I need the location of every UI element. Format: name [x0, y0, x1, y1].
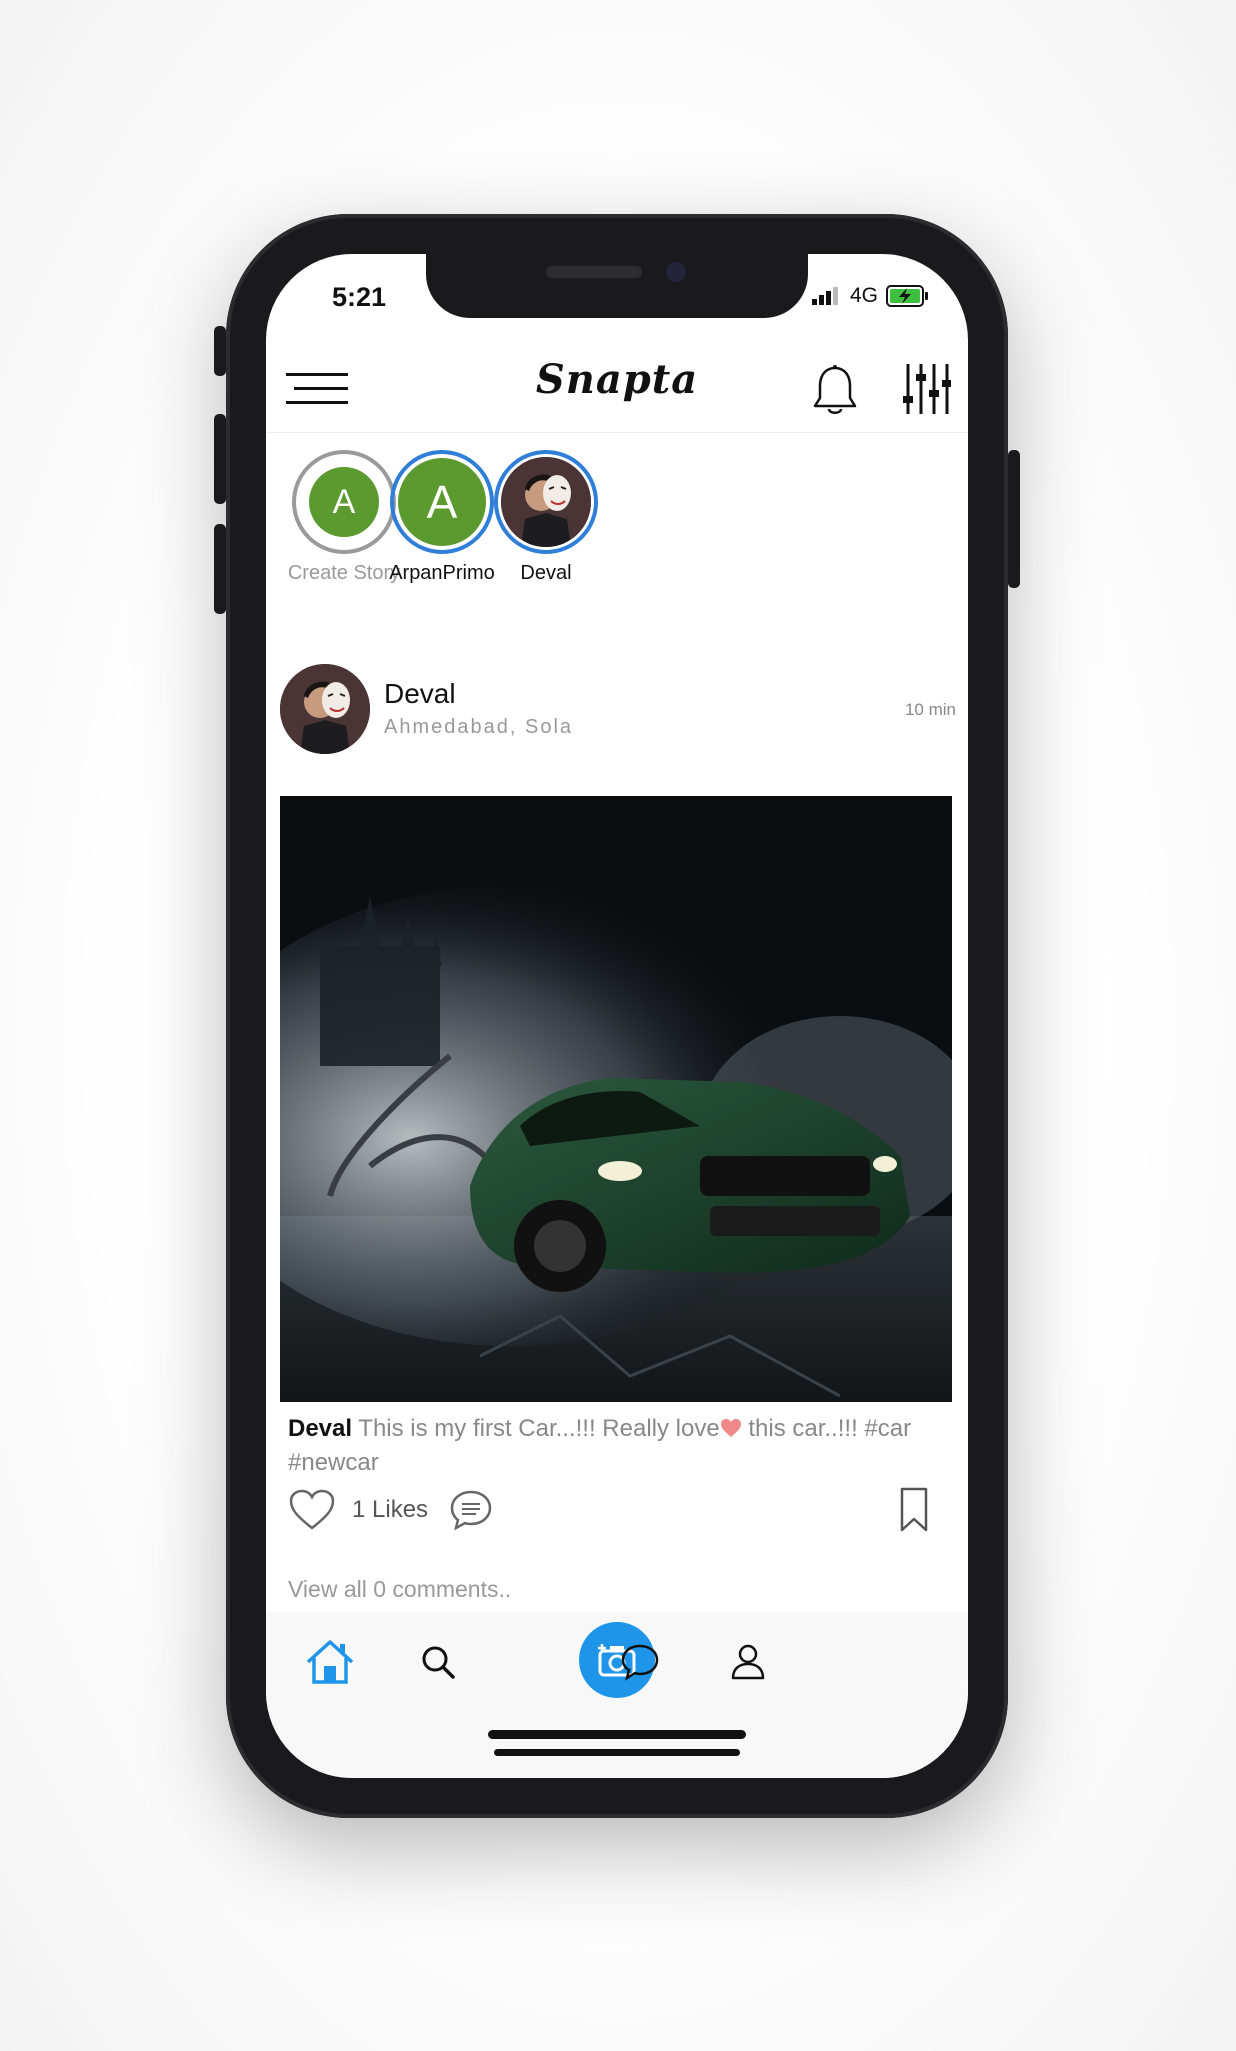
story-ring — [494, 450, 598, 554]
status-indicators: 4G — [811, 284, 930, 308]
bottom-tab-bar — [266, 1612, 968, 1778]
background: 5:21 4G Snapta A Create Story A ArpanPri… — [0, 0, 1236, 2051]
story-label: Deval — [520, 562, 572, 584]
tab-profile[interactable] — [716, 1630, 780, 1694]
network-type: 4G — [849, 284, 878, 307]
post-caption: Deval This is my first Car...!!! Really … — [288, 1412, 948, 1480]
home-indicator — [488, 1730, 746, 1739]
phone-screen: 5:21 4G Snapta A Create Story A ArpanPri… — [266, 254, 968, 1778]
mute-switch — [214, 326, 226, 376]
post-actions: 1 Likes — [288, 1486, 948, 1538]
power-button — [1008, 450, 1020, 588]
phone-frame: 5:21 4G Snapta A Create Story A ArpanPri… — [214, 214, 1020, 1818]
story-ring: A — [390, 450, 494, 554]
home-icon — [306, 1640, 354, 1684]
post-header: Deval Ahmedabad, Sola 10 min — [280, 664, 960, 764]
story-ring: A — [292, 450, 396, 554]
app-header: Snapta — [266, 342, 968, 433]
post-image[interactable] — [280, 796, 952, 1402]
car-photo — [280, 796, 952, 1402]
front-camera — [666, 262, 686, 282]
masked-man-avatar-icon — [280, 664, 370, 754]
notification-bell-icon[interactable] — [811, 364, 859, 418]
likes-count[interactable]: 1 Likes — [352, 1496, 428, 1524]
post-avatar[interactable] — [280, 664, 370, 754]
bookmark-icon[interactable] — [896, 1486, 932, 1534]
tab-search[interactable] — [406, 1630, 470, 1694]
notch — [426, 254, 808, 318]
story-arpanprimo[interactable]: A ArpanPrimo — [382, 450, 502, 585]
comment-icon[interactable] — [448, 1488, 494, 1532]
tab-chat[interactable] — [608, 1630, 672, 1694]
home-indicator-shadow — [494, 1749, 740, 1756]
tab-home[interactable] — [298, 1630, 362, 1694]
post-location: Ahmedabad, Sola — [384, 716, 574, 738]
volume-down-button — [214, 524, 226, 614]
story-deval[interactable]: Deval — [486, 450, 606, 585]
story-avatar: A — [398, 458, 486, 546]
battery-charging-icon — [886, 285, 928, 307]
search-icon — [422, 1646, 455, 1679]
stories-row: A Create Story A ArpanPrimo Deval — [284, 450, 968, 590]
view-all-comments-link[interactable]: View all 0 comments.. — [288, 1576, 511, 1603]
story-avatar: A — [309, 467, 379, 537]
signal-icon — [811, 287, 838, 305]
status-time: 5:21 — [332, 282, 387, 312]
chat-icon — [621, 1644, 659, 1681]
caption-username[interactable]: Deval — [288, 1415, 352, 1442]
story-label: ArpanPrimo — [389, 562, 495, 584]
app-title: Snapta — [535, 356, 699, 403]
masked-man-avatar-icon — [501, 457, 591, 547]
post-timestamp: 10 min — [904, 700, 956, 719]
heart-icon[interactable] — [288, 1488, 336, 1532]
caption-text: This is my first Car...!!! Really love — [358, 1415, 720, 1442]
story-avatar-image — [501, 457, 591, 547]
filter-sliders-icon[interactable] — [903, 362, 951, 416]
profile-icon — [731, 1644, 765, 1680]
post-username[interactable]: Deval — [384, 678, 456, 710]
volume-up-button — [214, 414, 226, 504]
heart-emoji-icon — [720, 1419, 741, 1437]
speaker — [546, 266, 642, 278]
